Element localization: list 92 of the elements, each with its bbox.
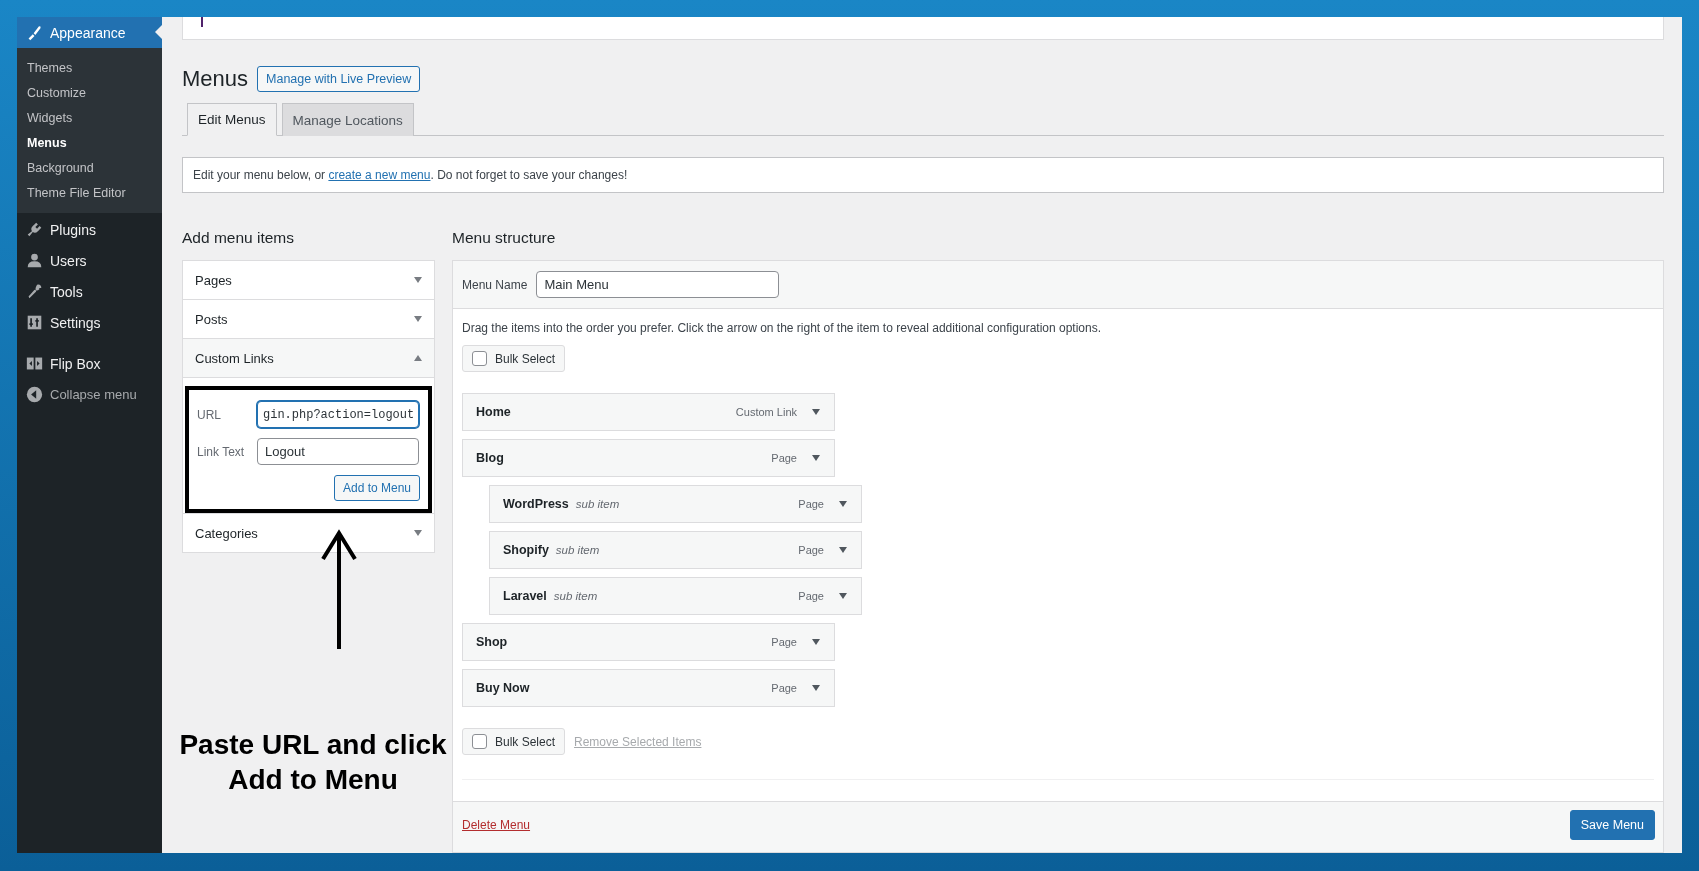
menu-item-title: Laravel bbox=[503, 589, 547, 603]
menu-item-type: Page bbox=[771, 636, 797, 648]
menu-item-title: Blog bbox=[476, 451, 504, 465]
section-heading: Menu structure bbox=[452, 229, 557, 247]
down-triangle-icon[interactable] bbox=[812, 685, 820, 691]
save-menu-button[interactable]: Save Menu bbox=[1569, 810, 1655, 840]
field-label: Menu Name bbox=[462, 277, 528, 292]
up-triangle-icon bbox=[414, 355, 422, 361]
down-triangle-icon[interactable] bbox=[812, 409, 820, 415]
accordion-label: Custom Links bbox=[195, 350, 274, 366]
text-field[interactable]: gin.php?action=logout bbox=[257, 401, 419, 428]
text-field[interactable]: Logout bbox=[257, 438, 419, 465]
sidebar-item[interactable]: Settings bbox=[17, 307, 162, 338]
tab[interactable]: Edit Menus bbox=[187, 103, 277, 136]
sub-item-note: sub item bbox=[553, 590, 598, 602]
sidebar-label: Flip Box bbox=[50, 355, 101, 372]
submenu-item[interactable]: Menus bbox=[17, 131, 162, 156]
menu-name-field[interactable]: Main Menu bbox=[536, 271, 780, 298]
accordion-header[interactable]: Pages bbox=[183, 261, 434, 299]
down-triangle-icon[interactable] bbox=[812, 455, 820, 461]
menu-item[interactable]: Buy Now Page bbox=[462, 669, 835, 707]
menu-item-type: Page bbox=[798, 590, 824, 602]
sidebar-item[interactable]: Tools bbox=[17, 276, 162, 307]
current-page-notch bbox=[155, 25, 162, 39]
plug-icon bbox=[26, 221, 43, 238]
menu-item-type: Page bbox=[798, 544, 824, 556]
field-label: URL bbox=[197, 407, 222, 422]
sidebar-label: Collapse menu bbox=[50, 387, 137, 402]
sidebar-item[interactable]: Appearance bbox=[17, 17, 162, 48]
accordion-label: Categories bbox=[195, 525, 258, 541]
user-icon bbox=[26, 252, 43, 269]
collapse-icon bbox=[26, 386, 43, 403]
down-triangle-icon[interactable] bbox=[812, 639, 820, 645]
sidebar-item[interactable]: Collapse menu bbox=[17, 379, 162, 410]
page-title: Menus bbox=[182, 66, 249, 92]
menu-item[interactable]: Shopify sub item Page bbox=[489, 531, 862, 569]
sub-item-note: sub item bbox=[575, 498, 620, 510]
wrench-icon bbox=[26, 283, 43, 300]
delete-menu-link[interactable]: Delete Menu bbox=[462, 818, 531, 832]
checkbox[interactable] bbox=[472, 351, 487, 366]
down-triangle-icon[interactable] bbox=[839, 593, 847, 599]
sidebar-label: Plugins bbox=[50, 221, 96, 238]
menu-item-type: Page bbox=[771, 452, 797, 464]
instructions-text: Drag the items into the order you prefer. Click the arrow on the right of the item to reveal additional configuration options. bbox=[462, 321, 1102, 335]
menu-item[interactable]: Laravel sub item Page bbox=[489, 577, 862, 615]
submenu-item[interactable]: Theme File Editor bbox=[17, 181, 162, 206]
field-label: Link Text bbox=[197, 444, 246, 459]
paintbrush-icon bbox=[26, 24, 43, 41]
menu-item[interactable]: WordPress sub item Page bbox=[489, 485, 862, 523]
accordion-label: Posts bbox=[195, 311, 228, 327]
sidebar-label: Users bbox=[50, 252, 87, 269]
menu-item-title: Buy Now bbox=[476, 681, 530, 695]
menu-item-title: Home bbox=[476, 405, 511, 419]
notice-text: Edit your menu below, or create a new menu. Do not forget to save your changes! bbox=[193, 168, 629, 182]
submenu-item[interactable]: Customize bbox=[17, 81, 162, 106]
down-triangle-icon bbox=[414, 530, 422, 536]
menu-item[interactable]: Blog Page bbox=[462, 439, 835, 477]
menu-item-title: WordPress bbox=[503, 497, 569, 511]
accordion-header[interactable]: Custom Links bbox=[183, 338, 434, 377]
sub-item-note: sub item bbox=[555, 544, 600, 556]
down-triangle-icon bbox=[414, 277, 422, 283]
menu-item-type: Page bbox=[771, 682, 797, 694]
submenu-item[interactable]: Widgets bbox=[17, 106, 162, 131]
menu-item-title: Shopify bbox=[503, 543, 549, 557]
tab[interactable]: Manage Locations bbox=[281, 103, 414, 136]
down-triangle-icon[interactable] bbox=[839, 501, 847, 507]
checkbox[interactable] bbox=[472, 734, 487, 749]
sidebar-label: Tools bbox=[50, 283, 83, 300]
add-to-menu-button[interactable]: Add to Menu bbox=[333, 475, 420, 501]
bulk-select-button[interactable]: Bulk Select bbox=[462, 345, 566, 372]
submenu-item[interactable]: Themes bbox=[17, 56, 162, 81]
accordion-header[interactable]: Categories bbox=[183, 513, 434, 552]
sidebar-label: Settings bbox=[50, 314, 101, 331]
sidebar-item[interactable]: Users bbox=[17, 245, 162, 276]
bulk-select-button[interactable]: Bulk Select bbox=[462, 728, 566, 755]
down-triangle-icon bbox=[414, 316, 422, 322]
flip-box-icon bbox=[26, 355, 43, 372]
menu-item-title: Shop bbox=[476, 635, 508, 649]
accordion-label: Pages bbox=[195, 272, 232, 288]
menu-item-type: Custom Link bbox=[735, 406, 797, 418]
submenu-item[interactable]: Background bbox=[17, 156, 162, 181]
section-heading: Add menu items bbox=[182, 229, 295, 247]
live-preview-button[interactable]: Manage with Live Preview bbox=[257, 66, 421, 92]
sidebar-label: Appearance bbox=[50, 24, 126, 41]
settings-icon bbox=[26, 314, 43, 331]
sidebar-item[interactable]: Flip Box bbox=[17, 348, 162, 379]
down-triangle-icon[interactable] bbox=[839, 547, 847, 553]
annotation-text: Paste URL and click Add to Menu bbox=[178, 728, 448, 797]
menu-item[interactable]: Home Custom Link bbox=[462, 393, 835, 431]
menu-item-type: Page bbox=[798, 498, 824, 510]
sidebar-item[interactable]: Plugins bbox=[17, 214, 162, 245]
menu-item[interactable]: Shop Page bbox=[462, 623, 835, 661]
